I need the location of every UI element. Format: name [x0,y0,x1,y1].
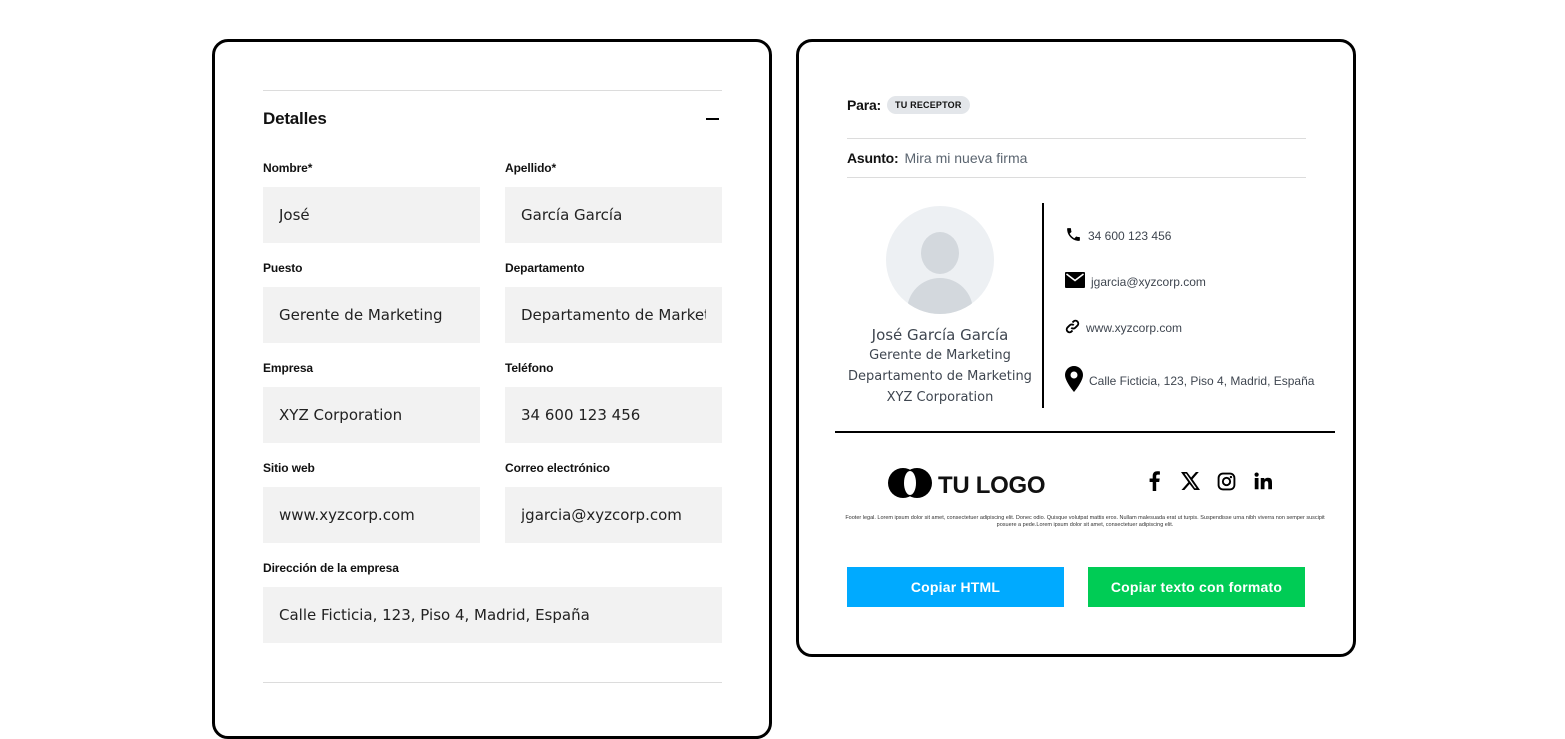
address-label: Dirección de la empresa [263,561,399,575]
contact-address-text: Calle Ficticia, 123, Piso 4, Madrid, Esp… [1089,373,1315,388]
website-label: Sitio web [263,461,315,475]
last-name-input[interactable] [505,187,722,243]
job-title-input[interactable] [263,287,480,343]
first-name-input[interactable] [263,187,480,243]
to-label: Para: [847,97,882,113]
to-row: Para: TU RECEPTOR [847,92,1306,118]
department-label: Departamento [505,261,585,275]
subject-row: Asunto: Mira mi nueva firma [847,138,1306,178]
website-input[interactable] [263,487,480,543]
email-label: Correo electrónico [505,461,610,475]
details-panel: Detalles Nombre* Apellido* Puesto Depart… [212,39,772,739]
contact-website: www.xyzcorp.com [1065,319,1182,337]
signature-separator [835,431,1335,433]
section-header[interactable]: Detalles [263,91,722,147]
phone-field: Teléfono [505,358,722,458]
location-pin-icon [1065,366,1083,395]
website-field: Sitio web [263,458,480,558]
divider [263,682,722,683]
contact-phone-text: 34 600 123 456 [1088,229,1172,243]
subject-text: Mira mi nueva firma [904,150,1028,166]
email-field: Correo electrónico [505,458,722,558]
avatar-head [921,232,959,274]
last-name-label: Apellido* [505,161,557,175]
x-icon[interactable] [1181,471,1200,491]
job-title-field: Puesto [263,258,480,358]
department-field: Departamento [505,258,722,358]
details-section: Detalles Nombre* Apellido* Puesto Depart… [263,90,722,683]
copy-html-button[interactable]: Copiar HTML [847,567,1064,607]
link-icon [1065,319,1080,337]
logo-text: TU LOGO [938,471,1046,499]
signature-identity: José García García Gerente de Marketing … [847,204,1033,405]
mail-icon [1065,272,1085,291]
avatar [886,206,994,314]
phone-label: Teléfono [505,361,554,375]
copy-rich-text-button[interactable]: Copiar texto con formato [1088,567,1305,607]
address-input[interactable] [263,587,722,643]
first-name-label: Nombre* [263,161,313,175]
contact-address: Calle Ficticia, 123, Piso 4, Madrid, Esp… [1065,366,1314,395]
legal-footer: Footer legal. Lorem ipsum dolor sit amet… [845,515,1325,528]
phone-input[interactable] [505,387,722,443]
logo: TU LOGO [888,468,1046,503]
avatar-body [907,278,973,314]
facebook-icon[interactable] [1145,471,1164,491]
contact-phone: 34 600 123 456 [1065,226,1171,246]
contact-website-text: www.xyzcorp.com [1086,321,1183,335]
signature-company: XYZ Corporation [886,390,994,405]
email-input[interactable] [505,487,722,543]
subject-label: Asunto: [847,150,899,166]
signature-divider [1042,203,1044,408]
company-field: Empresa [263,358,480,458]
contact-email-text: jgarcia@xyzcorp.com [1091,274,1206,289]
collapse-icon[interactable] [706,112,720,126]
signature-title: Gerente de Marketing [869,348,1011,363]
preview-panel: Para: TU RECEPTOR Asunto: Mira mi nueva … [796,39,1356,657]
company-input[interactable] [263,387,480,443]
instagram-icon[interactable] [1217,471,1236,491]
logo-mark-icon [888,468,932,503]
linkedin-icon[interactable] [1253,471,1272,491]
signature-name: José García García [871,326,1009,344]
section-title: Detalles [263,109,327,128]
department-input[interactable] [505,287,722,343]
first-name-field: Nombre* [263,158,480,258]
contact-email: jgarcia@xyzcorp.com [1065,272,1206,291]
recipient-badge: TU RECEPTOR [887,96,970,114]
details-form: Nombre* Apellido* Puesto Departamento Em… [263,158,722,658]
last-name-field: Apellido* [505,158,722,258]
signature-department: Departamento de Marketing [848,369,1032,384]
address-field: Dirección de la empresa [263,558,722,658]
job-title-label: Puesto [263,261,303,275]
company-label: Empresa [263,361,313,375]
social-links [1145,471,1272,491]
phone-icon [1065,226,1082,246]
